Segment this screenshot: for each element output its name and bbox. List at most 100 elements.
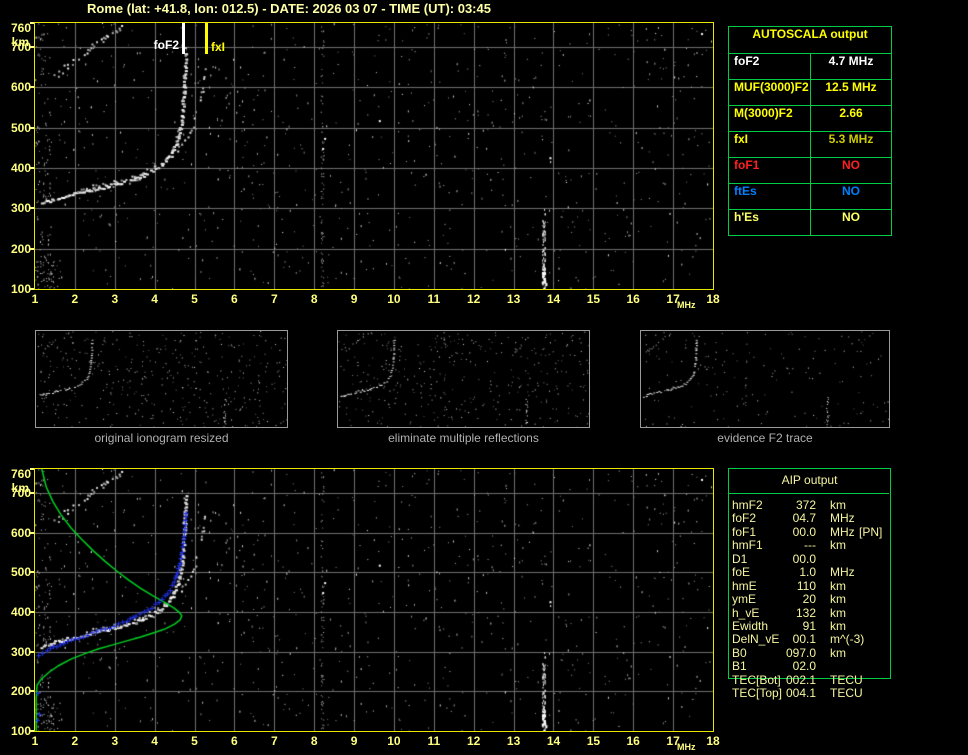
param-name: foF1: [732, 524, 757, 539]
y-axis-tickmark: [30, 532, 34, 534]
aip-row: h_vE 132 km: [728, 605, 891, 620]
x-tick-label: 3: [111, 292, 119, 306]
fxI-marker-line: [205, 23, 208, 54]
param-value: ---: [804, 538, 816, 553]
param-unit: km: [830, 592, 846, 607]
x-tick-label: 7: [270, 734, 278, 748]
x-tick-label: 14: [546, 292, 561, 306]
aip-row: B0 097.0 km: [728, 645, 891, 660]
y-tick-label: 300: [10, 644, 31, 659]
autoscala-table-title: AUTOSCALA output: [729, 27, 891, 54]
ionogram-canvas-top: [35, 23, 713, 289]
x-tick-label: 2: [71, 734, 79, 748]
param-value: 5.3 MHz: [828, 132, 874, 146]
thumbnail-eliminate-reflections-canvas: [338, 331, 589, 427]
y-axis-tickmark: [30, 571, 34, 573]
y-axis-tickmark: [30, 167, 34, 169]
param-value: 02.0: [792, 659, 816, 674]
aip-row: B1 02.0: [728, 659, 891, 674]
param-name: hmE: [732, 578, 757, 593]
ionogram-plot-top: [34, 22, 714, 290]
station-header: Rome (lat: +41.8, lon: 012.5) - DATE: 20…: [87, 1, 491, 16]
param-unit: km: [830, 645, 846, 660]
param-unit: MHz: [830, 511, 855, 526]
x-tick-label: 12: [467, 734, 481, 748]
aip-row: TEC[Bot] 002.1 TECU: [728, 673, 891, 687]
autoscala-row: MUF(3000)F2 12.5 MHz: [729, 80, 891, 106]
param-unit: MHz: [830, 524, 855, 539]
param-value: 110: [796, 578, 816, 593]
x-tick-label: 5: [191, 734, 198, 748]
thumbnail-caption: evidence F2 trace: [717, 431, 813, 445]
aip-row: hmF2 372 km: [728, 498, 891, 512]
autoscala-output-table: AUTOSCALA output foF2 4.7 MHz MUF(3000)F2 12…: [728, 26, 892, 236]
foF2-marker-line: [182, 23, 185, 54]
param-name: Ewidth: [732, 618, 769, 633]
param-unit: km: [830, 605, 846, 620]
thumbnail-original-ionogram-canvas: [36, 331, 287, 427]
param-value: 00.0: [792, 524, 816, 539]
param-name: B1: [732, 659, 747, 674]
y-axis-tickmark: [30, 22, 34, 24]
x-tick-label: 10: [387, 734, 401, 748]
y-axis-unit: km: [11, 481, 29, 495]
param-unit: km: [830, 618, 846, 633]
param-value: NO: [842, 158, 860, 172]
aip-row: hmF1 --- km: [728, 538, 891, 553]
x-tick-label: 16: [626, 292, 640, 306]
thumbnail-evidence-f2-canvas: [641, 331, 889, 427]
param-value: 1.0: [799, 565, 816, 580]
y-tick-label: 500: [10, 120, 31, 135]
param-note: [PN]: [859, 524, 883, 539]
param-value: 097.0: [785, 645, 816, 660]
autoscala-row: ftEs NO: [729, 184, 891, 210]
x-tick-label: 8: [310, 292, 318, 306]
x-tick-label: 4: [151, 734, 158, 748]
y-axis-tickmark: [30, 468, 34, 470]
x-tick-label: 15: [586, 734, 601, 748]
x-axis-unit: MHz: [677, 300, 696, 310]
param-name: D1: [732, 551, 748, 566]
autoscala-row: fxI 5.3 MHz: [729, 132, 891, 158]
y-tick-label: 760: [10, 21, 31, 35]
x-tick-label: 13: [506, 734, 521, 748]
param-label: foF2: [729, 54, 811, 79]
thumbnail-eliminate-reflections: [337, 330, 590, 428]
y-tick-label: 600: [10, 80, 31, 95]
autoscala-row: M(3000)F2 2.66: [729, 106, 891, 132]
x-tick-label: 18: [706, 292, 720, 306]
x-tick-label: 9: [350, 292, 358, 306]
param-name: foF2: [732, 511, 757, 526]
param-value: 00.0: [792, 551, 816, 566]
x-tick-label: 7: [270, 292, 278, 306]
aip-row: Ewidth 91 km: [728, 618, 891, 633]
param-unit: TECU: [830, 686, 863, 701]
aip-row: foF1 00.0 MHz [PN]: [728, 524, 891, 539]
param-name: foE: [732, 565, 751, 580]
x-tick-label: 16: [626, 734, 640, 748]
x-tick-label: 6: [231, 734, 238, 748]
y-axis-tickmark: [30, 86, 34, 88]
x-tick-label: 13: [506, 292, 521, 306]
x-tick-label: 4: [151, 292, 158, 306]
y-tick-label: 200: [10, 684, 31, 699]
param-label: foF1: [729, 158, 811, 183]
thumbnail-caption: original ionogram resized: [94, 431, 229, 445]
autoscala-row: foF1 NO: [729, 158, 891, 184]
aip-rows: hmF2 372 km foF2 04.7 MHz foF1 00.0 MHz [PN] hmF1 -…: [728, 498, 891, 700]
param-value: 04.7: [792, 511, 816, 526]
param-label: h'Es: [729, 210, 811, 235]
param-value: 12.5 MHz: [825, 80, 877, 94]
param-value: 132: [795, 605, 816, 620]
autoscala-row: foF2 4.7 MHz: [729, 54, 891, 80]
param-name: hmF1: [732, 538, 763, 553]
x-tick-label: 11: [427, 734, 441, 748]
x-tick-label: 18: [706, 734, 720, 748]
param-value: 004.1: [785, 686, 816, 701]
y-tick-label: 600: [10, 525, 31, 540]
param-label: fxI: [729, 132, 811, 157]
param-label: ftEs: [729, 184, 811, 209]
y-tick-label: 400: [10, 604, 31, 619]
ionogram-plot-bottom: [34, 468, 714, 732]
x-tick-label: 12: [467, 292, 481, 306]
